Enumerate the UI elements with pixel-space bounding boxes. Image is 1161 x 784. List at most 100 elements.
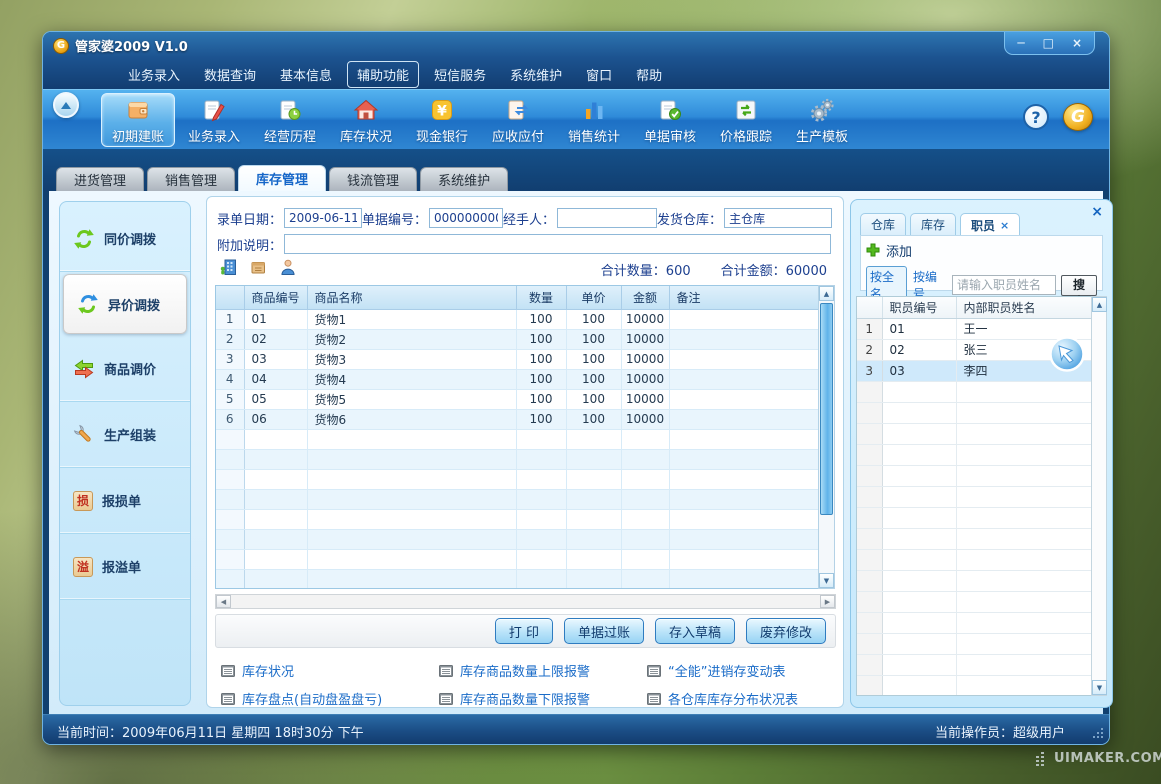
tab-2[interactable]: 库存管理 bbox=[238, 165, 326, 191]
employee-vertical-scrollbar[interactable]: ▲ ▼ bbox=[1091, 296, 1107, 696]
order-date-input[interactable] bbox=[284, 208, 362, 228]
table-row[interactable]: 606货物610010010000 bbox=[216, 409, 819, 429]
warehouse-input[interactable] bbox=[724, 208, 832, 228]
report-link[interactable]: 各仓库库存分布状况表 bbox=[647, 689, 798, 708]
search-button[interactable]: 搜索 bbox=[1061, 275, 1097, 296]
sidebar-item-3[interactable]: 生产组装 bbox=[60, 402, 190, 468]
menu-item-7[interactable]: 帮助 bbox=[627, 62, 671, 87]
note-input[interactable] bbox=[284, 234, 831, 254]
handler-input[interactable] bbox=[557, 208, 657, 228]
toolbar-button-7[interactable]: 单据审核 bbox=[633, 93, 707, 147]
table-row-empty[interactable] bbox=[216, 549, 819, 569]
toolbar-button-8[interactable]: 价格跟踪 bbox=[709, 93, 783, 147]
sidebar-item-2[interactable]: 商品调价 bbox=[60, 336, 190, 402]
menu-item-5[interactable]: 系统维护 bbox=[501, 62, 571, 87]
maximize-button[interactable]: □ bbox=[1043, 37, 1054, 49]
action-button-2[interactable]: 存入草稿 bbox=[655, 618, 735, 644]
list-item-empty[interactable] bbox=[857, 381, 1093, 402]
toolbar-button-1[interactable]: 业务录入 bbox=[177, 93, 251, 147]
list-item-empty[interactable] bbox=[857, 612, 1093, 633]
menu-item-2[interactable]: 基本信息 bbox=[271, 62, 341, 87]
report-link[interactable]: 库存商品数量下限报警 bbox=[439, 689, 647, 708]
scroll-down-arrow-icon[interactable]: ▼ bbox=[819, 573, 834, 588]
report-link[interactable]: 库存状况 bbox=[215, 661, 439, 680]
org-icon[interactable] bbox=[219, 258, 237, 276]
list-item-empty[interactable] bbox=[857, 486, 1093, 507]
panel-close-icon[interactable]: × bbox=[1091, 204, 1103, 220]
list-item-empty[interactable] bbox=[857, 633, 1093, 654]
list-item-empty[interactable] bbox=[857, 675, 1093, 696]
list-item-empty[interactable] bbox=[857, 423, 1093, 444]
scroll-up-button[interactable] bbox=[53, 92, 79, 118]
menu-item-4[interactable]: 短信服务 bbox=[425, 62, 495, 87]
scroll-left-arrow-icon[interactable]: ◀ bbox=[216, 595, 231, 608]
side-panel-tab-2[interactable]: 职员× bbox=[960, 213, 1020, 237]
toolbar-button-6[interactable]: 销售统计 bbox=[557, 93, 631, 147]
table-row-empty[interactable] bbox=[216, 449, 819, 469]
table-row[interactable]: 505货物510010010000 bbox=[216, 389, 819, 409]
report-link[interactable]: 库存商品数量上限报警 bbox=[439, 661, 647, 680]
table-row[interactable]: 202货物210010010000 bbox=[216, 329, 819, 349]
table-row-empty[interactable] bbox=[216, 569, 819, 589]
toolbar-button-2[interactable]: 经营历程 bbox=[253, 93, 327, 147]
sidebar-item-0[interactable]: 同价调拨 bbox=[60, 206, 190, 272]
toolbar-button-4[interactable]: ¥现金银行 bbox=[405, 93, 479, 147]
toolbar-button-5[interactable]: 应收应付 bbox=[481, 93, 555, 147]
goods-icon[interactable] bbox=[249, 258, 267, 276]
toolbar-button-9[interactable]: 生产模板 bbox=[785, 93, 859, 147]
sidebar-item-1[interactable]: 异价调拨 bbox=[63, 274, 187, 334]
sidebar-item-5[interactable]: 溢报溢单 bbox=[60, 534, 190, 600]
menu-item-1[interactable]: 数据查询 bbox=[195, 62, 265, 87]
action-button-1[interactable]: 单据过账 bbox=[564, 618, 644, 644]
report-link[interactable]: “全能”进销存变动表 bbox=[647, 661, 785, 680]
doc-number-input[interactable] bbox=[429, 208, 503, 228]
items-horizontal-scrollbar[interactable]: ◀ ▶ bbox=[215, 594, 836, 609]
menu-item-0[interactable]: 业务录入 bbox=[119, 62, 189, 87]
menu-item-6[interactable]: 窗口 bbox=[577, 62, 621, 87]
scrollbar-thumb[interactable] bbox=[820, 303, 833, 515]
tab-3[interactable]: 钱流管理 bbox=[329, 167, 417, 191]
scroll-up-arrow-icon[interactable]: ▲ bbox=[819, 286, 834, 301]
scroll-down-arrow-icon[interactable]: ▼ bbox=[1092, 680, 1107, 695]
list-item-empty[interactable] bbox=[857, 549, 1093, 570]
brand-icon[interactable]: G bbox=[1063, 103, 1093, 131]
menu-item-3[interactable]: 辅助功能 bbox=[347, 61, 419, 88]
report-link[interactable]: 库存盘点(自动盘盈盘亏) bbox=[215, 689, 439, 708]
person-icon[interactable] bbox=[279, 258, 297, 276]
table-row[interactable]: 404货物410010010000 bbox=[216, 369, 819, 389]
list-item-empty[interactable] bbox=[857, 507, 1093, 528]
action-button-3[interactable]: 废弃修改 bbox=[746, 618, 826, 644]
table-row-empty[interactable] bbox=[216, 509, 819, 529]
list-item-empty[interactable] bbox=[857, 591, 1093, 612]
table-row-empty[interactable] bbox=[216, 489, 819, 509]
table-row[interactable]: 101货物110010010000 bbox=[216, 309, 819, 329]
list-item-empty[interactable] bbox=[857, 444, 1093, 465]
scroll-right-arrow-icon[interactable]: ▶ bbox=[820, 595, 835, 608]
sidebar-item-4[interactable]: 损报损单 bbox=[60, 468, 190, 534]
toolbar-button-0[interactable]: 初期建账 bbox=[101, 93, 175, 147]
resize-grip-icon[interactable] bbox=[1092, 728, 1103, 739]
toolbar-button-3[interactable]: 库存状况 bbox=[329, 93, 403, 147]
table-row-empty[interactable] bbox=[216, 429, 819, 449]
add-row[interactable]: 添加 bbox=[866, 240, 1097, 260]
side-panel-tab-1[interactable]: 库存 bbox=[910, 213, 956, 235]
tab-close-icon[interactable]: × bbox=[1000, 219, 1009, 232]
list-item-empty[interactable] bbox=[857, 570, 1093, 591]
help-icon[interactable]: ? bbox=[1023, 104, 1049, 130]
table-row-empty[interactable] bbox=[216, 469, 819, 489]
list-item-empty[interactable] bbox=[857, 654, 1093, 675]
side-panel-tab-0[interactable]: 仓库 bbox=[860, 213, 906, 235]
minimize-button[interactable]: ─ bbox=[1017, 37, 1024, 49]
tab-0[interactable]: 进货管理 bbox=[56, 167, 144, 191]
tab-4[interactable]: 系统维护 bbox=[420, 167, 508, 191]
action-button-0[interactable]: 打 印 bbox=[495, 618, 553, 644]
items-vertical-scrollbar[interactable]: ▲ ▼ bbox=[818, 285, 835, 589]
employee-search-input[interactable] bbox=[952, 275, 1056, 295]
list-item-empty[interactable] bbox=[857, 465, 1093, 486]
close-button[interactable]: × bbox=[1072, 37, 1082, 49]
tab-1[interactable]: 销售管理 bbox=[147, 167, 235, 191]
list-item-empty[interactable] bbox=[857, 402, 1093, 423]
table-row[interactable]: 303货物310010010000 bbox=[216, 349, 819, 369]
list-item-empty[interactable] bbox=[857, 528, 1093, 549]
table-row-empty[interactable] bbox=[216, 529, 819, 549]
